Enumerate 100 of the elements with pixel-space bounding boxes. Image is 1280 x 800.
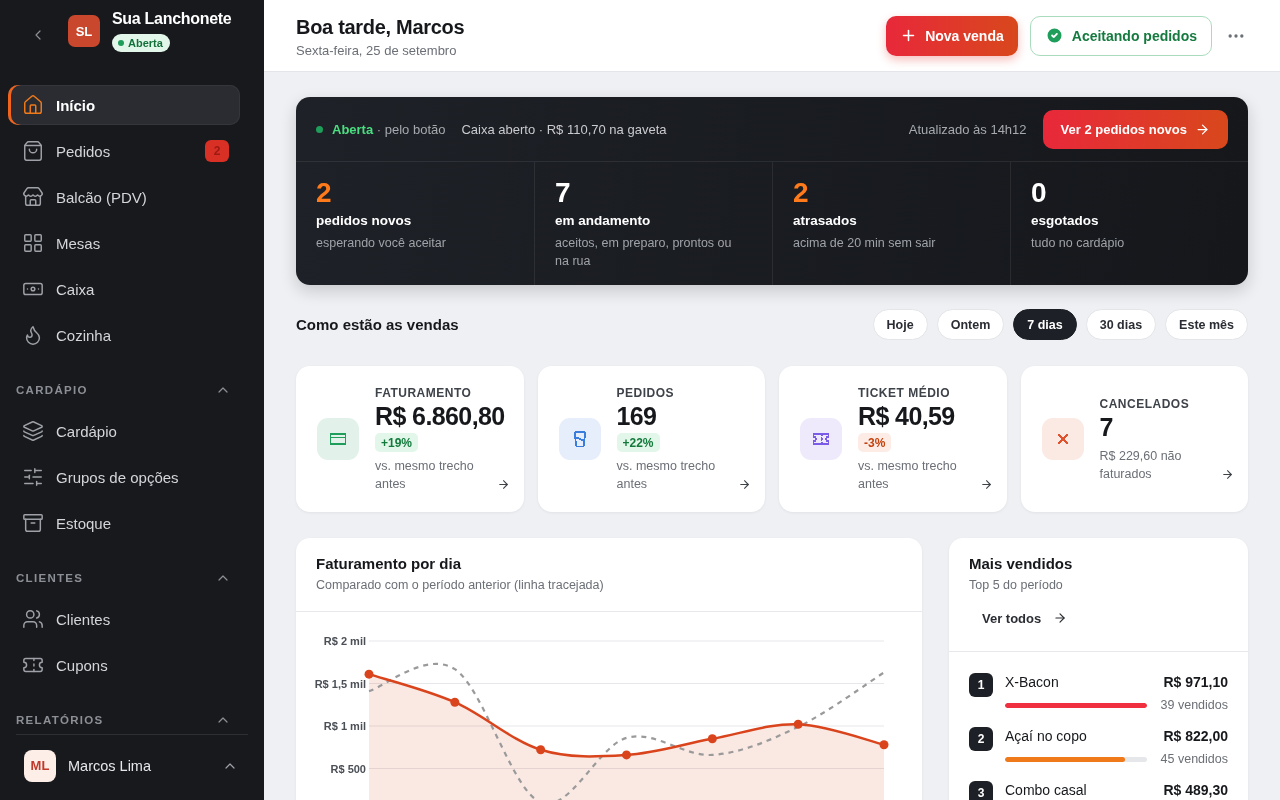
kpi-note: vs. mesmo trecho antes [858, 458, 958, 493]
change-percentage: +19% [375, 433, 419, 452]
stat-description: aceitos, em preparo, prontos ou na rua [555, 235, 733, 270]
product-revenue: R$ 971,10 [1162, 673, 1228, 692]
date-text: Sexta-feira, 25 de setembro [296, 42, 457, 58]
arrow-right-icon[interactable] [1221, 467, 1234, 481]
stat-description: acima de 20 min sem sair [793, 235, 936, 252]
kpi-value: 7 [1099, 411, 1113, 442]
status-dot-icon [118, 40, 124, 46]
data-point [450, 697, 460, 707]
period-tab[interactable]: 30 dias [1085, 309, 1157, 340]
kpi-label: PEDIDOS [616, 385, 674, 401]
rank-number: 2 [969, 727, 993, 751]
product-revenue: R$ 822,00 [1162, 727, 1228, 746]
data-point [879, 740, 889, 750]
period-tab[interactable]: Ontem [936, 309, 1005, 340]
kpi-note: R$ 229,60 não faturados [1099, 447, 1183, 483]
data-point [364, 669, 374, 679]
stat-value: 2 [316, 177, 332, 209]
period-tab[interactable]: Este mês [1165, 309, 1248, 340]
nav-item[interactable]: Cardápio [8, 411, 240, 451]
product-revenue: R$ 489,30 [1163, 781, 1228, 800]
nav-item[interactable]: Estoque [8, 503, 240, 543]
stat-description: esperando você aceitar [316, 235, 446, 252]
kpi-value: R$ 6.860,80 [375, 401, 505, 431]
nav-item[interactable]: Pedidos 2 [8, 131, 240, 171]
arrow-right-icon [1195, 121, 1210, 137]
view-new-orders-button[interactable]: Ver 2 pedidos novos [1042, 109, 1228, 149]
stat-value: 2 [793, 177, 809, 209]
nav-item[interactable]: Grupos de opções [8, 457, 240, 497]
stat-label: em andamento [555, 212, 651, 230]
period-tab[interactable]: 7 dias [1013, 309, 1077, 340]
arrow-right-icon[interactable] [738, 478, 751, 491]
card-subtitle: Comparado com o período anterior (linha tracejada) [316, 577, 604, 594]
stat-label: pedidos novos [316, 212, 412, 230]
store-status-text: Aberta · pelo botão [332, 121, 446, 137]
nav-item[interactable]: Mesas [8, 223, 240, 263]
data-point [793, 719, 803, 729]
cash-status-text: Caixa aberto · R$ 110,70 na gaveta [461, 121, 667, 137]
rank-number: 1 [969, 673, 993, 697]
rank-number: 3 [969, 781, 993, 800]
nav-item[interactable]: Cupons [8, 645, 240, 685]
nav-item[interactable]: Cozinha [8, 315, 240, 355]
status-dot-icon [316, 125, 323, 133]
ticket-icon [800, 418, 842, 460]
people-icon [22, 608, 44, 630]
data-point [622, 750, 631, 760]
kpi-note: vs. mesmo trecho antes [616, 458, 717, 493]
stat-label: esgotados [1031, 212, 1099, 230]
updated-time: Atualizado às 14h12 [908, 121, 1027, 137]
card-title: Faturamento por dia [316, 554, 461, 574]
card-title: Mais vendidos [969, 554, 1073, 574]
stat-value: 7 [555, 177, 571, 209]
section-header[interactable]: CARDÁPIO [8, 380, 240, 400]
sliders-icon [22, 466, 44, 488]
kpi-note: vs. mesmo trecho antes [375, 458, 475, 493]
product-name: Açaí no copo [1005, 727, 1088, 746]
archive-box-icon [22, 512, 44, 534]
section-header[interactable]: RELATÓRIOS [8, 710, 240, 730]
accepting-orders-button[interactable]: Aceitando pedidos [1029, 15, 1212, 56]
cup-icon [558, 418, 601, 460]
units-sold: 45 vendidos [1160, 751, 1228, 768]
nav-item[interactable]: Início [8, 85, 240, 125]
axis-label: R$ 1,5 mil [314, 677, 366, 690]
storefront-icon [22, 186, 44, 208]
nav-item[interactable]: Clientes [8, 599, 240, 639]
grid-icon [22, 232, 44, 254]
user-name: Marcos Lima [68, 757, 152, 774]
data-point [536, 745, 546, 755]
nav-item[interactable]: Balcão (PDV) [8, 177, 240, 217]
axis-label: R$ 2 mil [323, 635, 366, 647]
user-avatar: ML [24, 749, 56, 782]
stat-description: tudo no cardápio [1031, 235, 1125, 252]
kpi-value: R$ 40,59 [858, 401, 955, 431]
x-mark-icon [1041, 418, 1084, 460]
store-name: Sua Lanchonete [112, 9, 232, 29]
product-name: Combo casal [1005, 781, 1088, 800]
card-subtitle: Top 5 do período [969, 577, 1063, 594]
arrow-right-icon[interactable] [496, 478, 510, 491]
change-percentage: +22% [616, 433, 660, 452]
product-name: X-Bacon [1005, 673, 1060, 692]
data-point [707, 734, 717, 744]
kpi-label: FATURAMENTO [375, 385, 472, 401]
new-sale-button[interactable]: Nova venda [886, 15, 1018, 56]
greeting-title: Boa tarde, Marcos [296, 14, 465, 40]
check-circle-icon [1044, 26, 1064, 45]
stat-label: atrasados [793, 212, 857, 230]
layers-icon [22, 420, 44, 442]
home-icon [22, 94, 44, 116]
order-count: 2 [205, 140, 229, 162]
units-sold: 39 vendidos [1160, 697, 1228, 714]
nav-item[interactable]: Caixa [8, 269, 240, 309]
arrow-right-icon[interactable] [979, 478, 993, 491]
view-all-link[interactable]: Ver todos [969, 602, 1081, 634]
section-header[interactable]: CLIENTES [8, 568, 240, 588]
period-tab[interactable]: Hoje [872, 309, 928, 340]
stat-value: 0 [1031, 177, 1047, 209]
kpi-label: TICKET MÉDIO [858, 385, 950, 401]
section-title: Como estão as vendas [296, 316, 459, 333]
kpi-value: 169 [616, 401, 657, 431]
